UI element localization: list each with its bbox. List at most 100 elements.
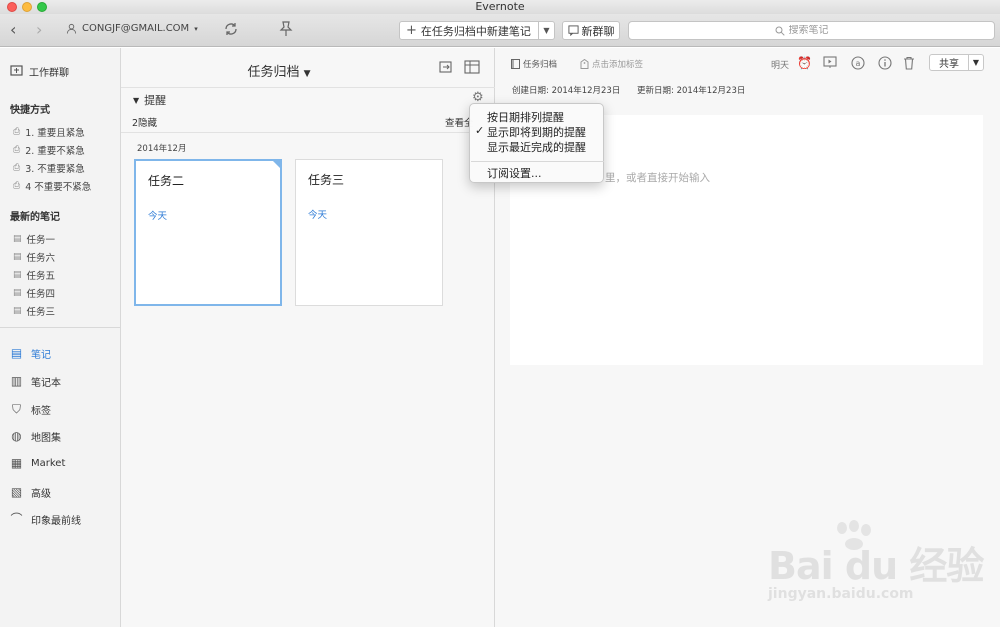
plus-icon: +	[406, 23, 417, 38]
note-info-button[interactable]	[878, 56, 892, 73]
note-list: 任务归档 ▼ ▼ 提醒 ⚙ 2隐藏 查看全 2014年12月 任务二 今天 任务…	[121, 48, 495, 627]
sync-button[interactable]	[221, 21, 241, 41]
note-icon: ▤	[13, 252, 22, 262]
note-dates: 创建日期: 2014年12月23日 更新日期: 2014年12月23日	[512, 84, 759, 96]
notebook-name: 任务归档	[523, 60, 558, 70]
shortcut-item[interactable]: ⎙ 2. 重要不紧急	[13, 143, 85, 157]
alarm-clock-icon: ⏰	[797, 56, 812, 70]
sidebar-item-tags[interactable]: ⛉ 标签	[10, 402, 51, 418]
shortcut-item[interactable]: ⎙ 1. 重要且紧急	[13, 125, 85, 139]
new-note-button[interactable]: + 在任务归档中新建笔记 ▼	[399, 21, 555, 40]
recent-note-label: 任务一	[26, 235, 56, 246]
note-icon: ▤	[13, 270, 22, 280]
created-date: 创建日期: 2014年12月23日	[512, 86, 621, 96]
toolbar: ‹ › CONGJF@GMAIL.COM ▾ + 在任务归档中新建笔记 ▼ 新群…	[0, 14, 1000, 47]
recent-note-label: 任务三	[26, 307, 56, 318]
reminders-toggle[interactable]: ▼ 提醒	[133, 92, 166, 108]
month-header: 2014年12月	[137, 144, 187, 154]
shortcut-label: 3. 不重要紧急	[25, 164, 85, 175]
note-icon: ⎙	[13, 181, 21, 191]
chevron-down-icon: ▼	[303, 69, 311, 79]
body-placeholder: 里，或者直接开始输入	[605, 172, 710, 184]
share-button[interactable]: 共享 ▼	[929, 54, 984, 71]
delete-note-button[interactable]	[903, 56, 915, 73]
search-box[interactable]	[628, 21, 995, 40]
sidebar-item-label: 工作群聊	[29, 68, 69, 79]
view-options-button[interactable]	[464, 60, 480, 78]
work-chat-icon	[10, 65, 23, 76]
note-icon: ⎙	[13, 163, 21, 173]
checkmark-icon: ✓	[475, 124, 485, 137]
notebook-icon: ▥	[10, 374, 23, 388]
sync-icon	[225, 23, 237, 35]
shortcut-item[interactable]: ⎙ 3. 不重要紧急	[13, 161, 85, 175]
notebook-title-menu[interactable]: 任务归档 ▼	[121, 61, 437, 80]
recent-note-item[interactable]: ▤ 任务六	[13, 250, 55, 264]
menu-item-sort-by-date[interactable]: 按日期排列提醒	[487, 109, 564, 125]
menu-item-show-completed[interactable]: 显示最近完成的提醒	[487, 139, 586, 155]
trash-icon	[904, 56, 914, 70]
recent-note-item[interactable]: ▤ 任务五	[13, 268, 55, 282]
notes-icon: ▤	[10, 346, 23, 360]
sidebar-item-label: Market	[31, 458, 66, 469]
shortcut-label: 1. 重要且紧急	[25, 128, 85, 139]
new-note-label: 在任务归档中新建笔记	[420, 24, 531, 38]
globe-icon: ◍	[11, 429, 22, 443]
present-button[interactable]	[823, 56, 837, 72]
share-notebook-button[interactable]	[439, 60, 453, 78]
reminder-button[interactable]: ⏰	[797, 56, 812, 70]
sidebar-item-notes[interactable]: ▤ 笔记	[10, 346, 51, 362]
note-icon: ▤	[13, 288, 22, 298]
notebook-title: 任务归档	[247, 65, 300, 80]
hidden-count: 2隐藏	[132, 118, 158, 129]
tag-icon	[580, 59, 589, 69]
note-card[interactable]: 任务二 今天	[134, 159, 282, 306]
minimize-window-button[interactable]	[22, 2, 32, 12]
notebook-selector[interactable]: 任务归档	[511, 58, 557, 70]
sidebar-item-premium[interactable]: ▧ 高级	[10, 485, 51, 501]
share-dropdown[interactable]: ▼	[968, 55, 983, 70]
back-button[interactable]: ‹	[10, 22, 16, 38]
note-card-date: 今天	[308, 210, 328, 221]
reminder-date-label[interactable]: 明天	[771, 58, 789, 71]
account-menu[interactable]: CONGJF@GMAIL.COM ▾	[66, 23, 198, 34]
sidebar-item-frontline[interactable]: ⌒ 印象最前线	[10, 512, 81, 528]
recent-note-item[interactable]: ▤ 任务四	[13, 286, 55, 300]
sidebar-item-work-chat[interactable]: 工作群聊	[10, 64, 69, 79]
menu-item-subscription-settings[interactable]: 订阅设置...	[487, 165, 542, 181]
search-input[interactable]	[788, 25, 849, 36]
recent-note-label: 任务六	[26, 253, 56, 264]
sidebar-item-label: 笔记	[31, 350, 51, 361]
zoom-window-button[interactable]	[37, 2, 47, 12]
share-label: 共享	[939, 59, 959, 70]
work-chat-label: 新群聊	[581, 24, 615, 38]
note-icon: ▤	[13, 306, 22, 316]
note-icon: ⎙	[13, 127, 21, 137]
shortcut-label: 2. 重要不紧急	[25, 146, 85, 157]
sidebar-item-label: 笔记本	[31, 378, 61, 389]
updated-date: 更新日期: 2014年12月23日	[637, 86, 746, 96]
shortcut-item[interactable]: ⎙ 4 不重要不紧急	[13, 179, 91, 193]
sidebar-item-atlas[interactable]: ◍ 地图集	[10, 429, 61, 445]
reminder-options-menu: 按日期排列提醒 ✓ 显示即将到期的提醒 显示最近完成的提醒 订阅设置...	[469, 103, 604, 183]
note-card[interactable]: 任务三 今天	[295, 159, 443, 306]
divider	[121, 132, 495, 133]
sidebar-item-market[interactable]: ▦ Market	[10, 456, 66, 470]
reminder-corner-icon	[271, 159, 282, 170]
close-window-button[interactable]	[7, 2, 17, 12]
menu-item-show-upcoming[interactable]: 显示即将到期的提醒	[487, 124, 586, 140]
recent-note-label: 任务五	[26, 271, 56, 282]
new-note-dropdown[interactable]: ▼	[538, 22, 554, 39]
work-chat-button[interactable]: 新群聊	[562, 21, 620, 40]
recent-note-item[interactable]: ▤ 任务一	[13, 232, 55, 246]
forward-button[interactable]: ›	[36, 22, 42, 38]
market-icon: ▦	[10, 456, 23, 470]
sidebar-item-notebooks[interactable]: ▥ 笔记本	[10, 374, 61, 390]
notebook-icon	[511, 59, 520, 69]
note-icon: ▤	[13, 234, 22, 244]
annotate-button[interactable]: a	[851, 56, 865, 73]
sidebar-item-label: 地图集	[31, 433, 61, 444]
recent-note-item[interactable]: ▤ 任务三	[13, 304, 55, 318]
activity-button[interactable]	[276, 21, 296, 41]
add-tag-field[interactable]: 点击添加标签	[580, 58, 643, 70]
